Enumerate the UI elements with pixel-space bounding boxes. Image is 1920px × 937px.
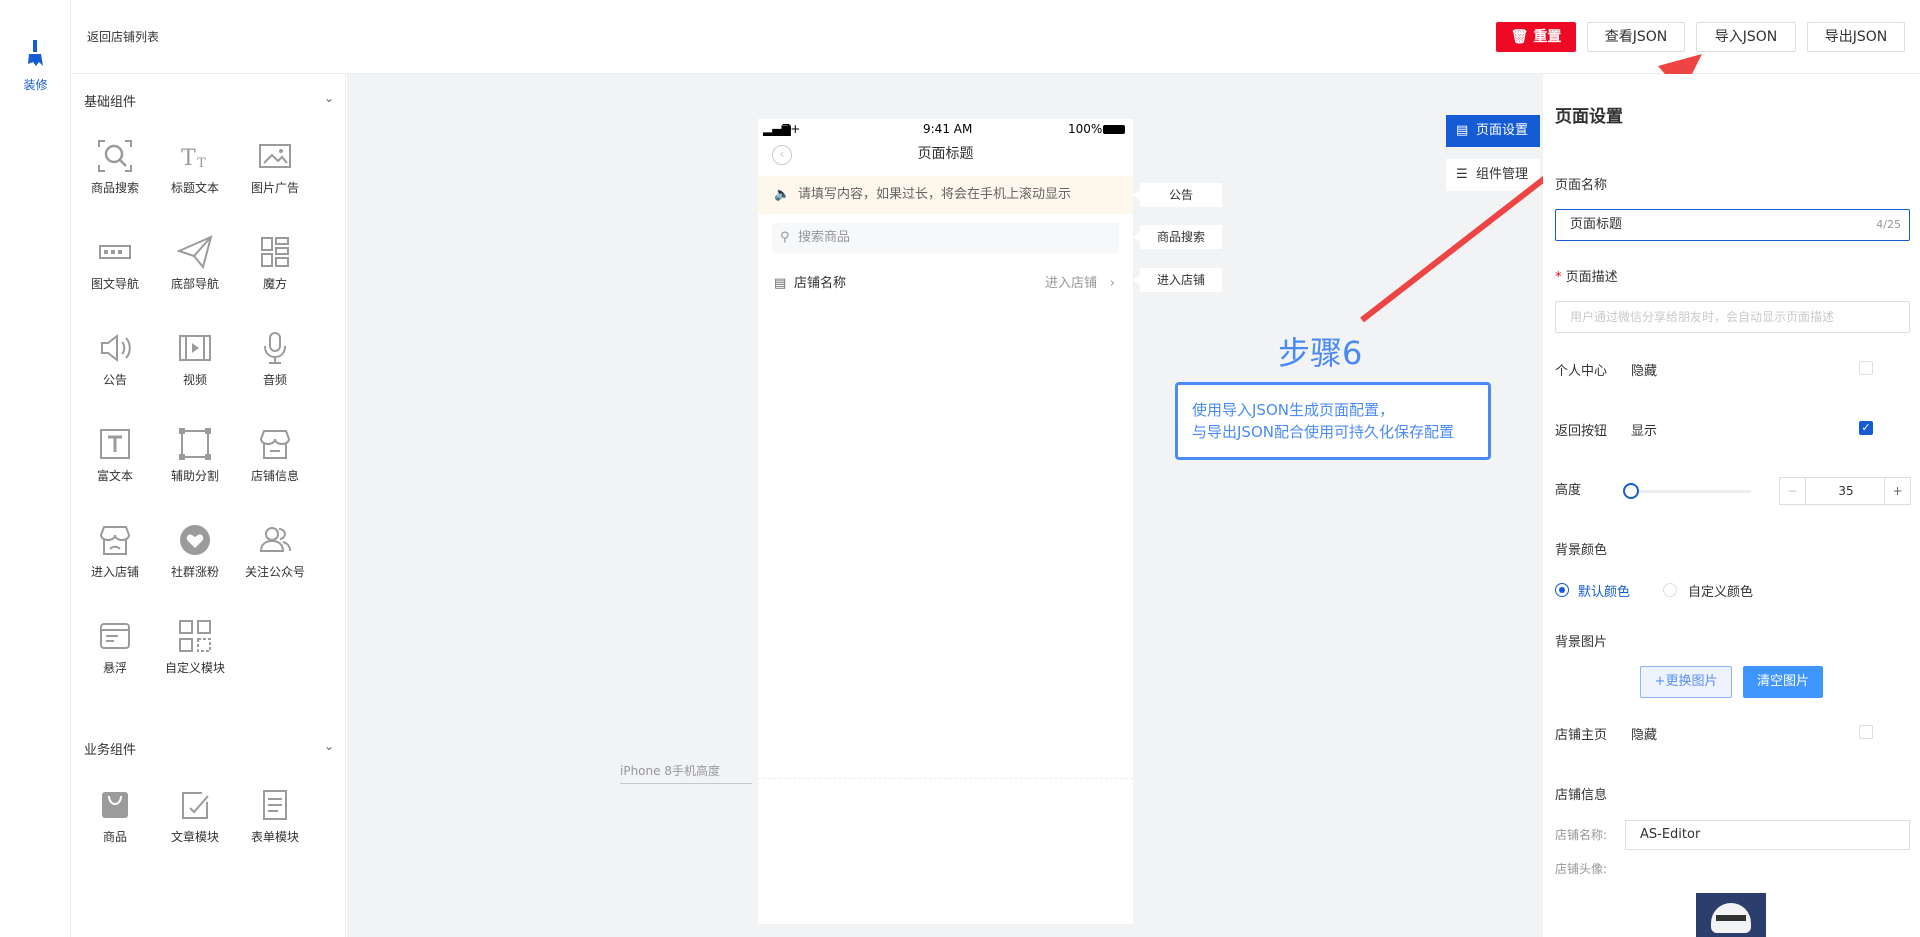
page-name-label: 页面名称 [1555,178,1608,193]
shop-name-input[interactable]: AS-Editor [1625,820,1910,850]
personal-center-checkbox[interactable] [1859,361,1873,375]
shop-home-value: 隐藏 [1631,728,1658,743]
height-slider-track[interactable] [1625,490,1751,493]
personal-center-label: 个人中心 [1555,364,1608,379]
page-name-value: 页面标题 [1570,217,1623,232]
panel-title: 页面设置 [1555,107,1623,127]
back-button-label: 返回按钮 [1555,424,1608,439]
step-description-line-1: 使用导入JSON生成页面配置， [1192,401,1394,419]
height-value[interactable]: 35 [1806,478,1886,504]
shop-avatar-image[interactable] [1696,893,1766,937]
page-desc-input[interactable]: 用户通过微信分享给朋友时，会自动显示页面描述 [1555,301,1910,333]
shop-avatar-label: 店铺头像: [1555,862,1608,876]
clear-image-button[interactable]: 清空图片 [1743,666,1823,698]
bg-image-label: 背景图片 [1555,635,1608,650]
page-desc-label: 页面描述 [1555,266,1618,285]
height-label: 高度 [1555,483,1582,498]
step-description-box: 使用导入JSON生成页面配置， 与导出JSON配合使用可持久化保存配置 [1175,382,1491,460]
bg-default-radio[interactable] [1555,583,1569,597]
change-image-button[interactable]: +更换图片 [1640,666,1732,698]
shop-home-checkbox[interactable] [1859,725,1873,739]
bg-custom-label[interactable]: 自定义颜色 [1688,581,1753,600]
step-title: 步骤6 [1278,334,1363,372]
page-name-input[interactable]: 页面标题 4/25 [1555,209,1910,241]
back-button-checkbox[interactable]: ✓ [1859,421,1873,435]
bg-default-label[interactable]: 默认颜色 [1578,581,1630,600]
minus-icon[interactable]: − [1780,478,1806,504]
step-description-line-2: 与导出JSON配合使用可持久化保存配置 [1192,423,1454,441]
bg-color-label: 背景颜色 [1555,543,1608,558]
back-button-value: 显示 [1631,424,1658,439]
page-settings-panel: 页面设置 页面名称 页面标题 4/25 页面描述 用户通过微信分享给朋友时，会自… [1543,74,1920,937]
shop-name-field-label: 店铺名称: [1555,828,1608,842]
plus-icon[interactable]: + [1884,478,1910,504]
shop-home-label: 店铺主页 [1555,728,1608,743]
personal-center-value: 隐藏 [1631,364,1658,379]
bg-custom-radio[interactable] [1663,583,1677,597]
height-slider-handle[interactable] [1623,483,1639,499]
height-stepper[interactable]: − 35 + [1779,477,1911,505]
page-name-count: 4/25 [1876,218,1901,231]
shop-info-label: 店铺信息 [1555,788,1608,803]
